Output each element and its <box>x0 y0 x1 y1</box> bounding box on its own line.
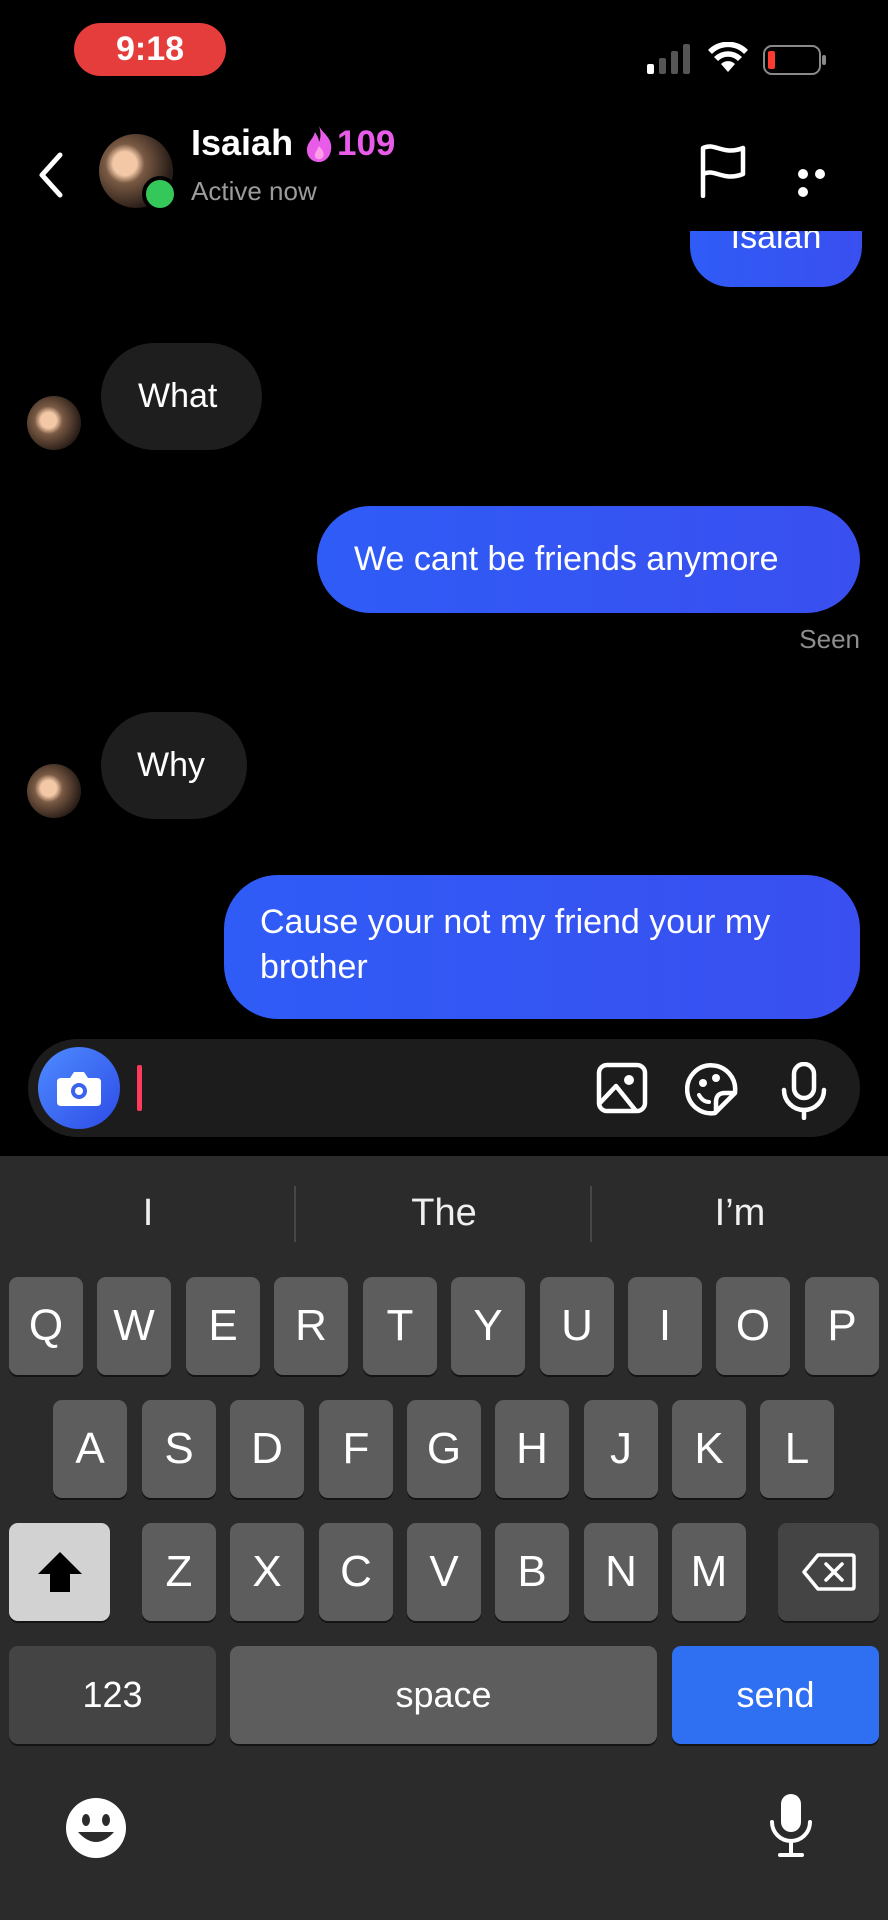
key-p[interactable]: P <box>805 1277 879 1375</box>
contact-name[interactable]: Isaiah <box>191 122 293 164</box>
key-i[interactable]: I <box>628 1277 702 1375</box>
key-d[interactable]: D <box>230 1400 304 1498</box>
key-z[interactable]: Z <box>142 1523 216 1621</box>
numbers-key[interactable]: 123 <box>9 1646 216 1744</box>
key-h[interactable]: H <box>495 1400 569 1498</box>
battery-icon <box>763 45 826 75</box>
sender-avatar[interactable] <box>27 764 81 818</box>
contact-status: Active now <box>191 176 317 206</box>
message-composer[interactable] <box>28 1039 860 1137</box>
key-y[interactable]: Y <box>451 1277 525 1375</box>
backspace-icon <box>801 1553 856 1591</box>
message-text: Why <box>137 746 205 784</box>
sender-avatar[interactable] <box>27 396 81 450</box>
key-l[interactable]: L <box>760 1400 834 1498</box>
shift-key[interactable] <box>9 1523 110 1621</box>
message-text: We cant be friends anymore <box>354 540 779 578</box>
more-icon[interactable] <box>798 166 846 197</box>
message-incoming[interactable]: What <box>101 343 262 450</box>
key-t[interactable]: T <box>363 1277 437 1375</box>
camera-button[interactable] <box>38 1047 120 1129</box>
key-x[interactable]: X <box>230 1523 304 1621</box>
key-v[interactable]: V <box>407 1523 481 1621</box>
seen-receipt: Seen <box>799 624 860 654</box>
chat-header: Isaiah 109 Active now <box>0 120 888 230</box>
key-n[interactable]: N <box>584 1523 658 1621</box>
microphone-icon[interactable] <box>780 1062 828 1120</box>
message-outgoing[interactable]: Cause your not my friend your my brother <box>224 875 860 1019</box>
emoji-icon[interactable] <box>64 1796 128 1860</box>
signal-icon <box>647 44 690 74</box>
message-incoming[interactable]: Why <box>101 712 247 819</box>
key-w[interactable]: W <box>97 1277 171 1375</box>
key-o[interactable]: O <box>716 1277 790 1375</box>
message-text: What <box>138 377 218 415</box>
suggestion-bar: I The I’m <box>0 1156 888 1271</box>
key-u[interactable]: U <box>540 1277 614 1375</box>
shift-icon <box>37 1552 82 1592</box>
status-time: 9:18 <box>74 23 226 76</box>
key-e[interactable]: E <box>186 1277 260 1375</box>
key-a[interactable]: A <box>53 1400 127 1498</box>
flag-icon[interactable] <box>697 142 749 198</box>
key-c[interactable]: C <box>319 1523 393 1621</box>
key-r[interactable]: R <box>274 1277 348 1375</box>
suggestion-item[interactable]: The <box>296 1192 592 1235</box>
key-j[interactable]: J <box>584 1400 658 1498</box>
camera-icon <box>57 1072 101 1106</box>
text-cursor[interactable] <box>137 1065 142 1111</box>
suggestion-item[interactable]: I’m <box>592 1192 888 1235</box>
key-g[interactable]: G <box>407 1400 481 1498</box>
flame-icon <box>307 126 332 162</box>
message-outgoing-clipped[interactable]: Isaiah <box>690 231 862 287</box>
message-outgoing[interactable]: We cant be friends anymore <box>317 506 860 613</box>
wifi-icon <box>708 42 748 72</box>
online-status-dot <box>142 176 178 212</box>
key-s[interactable]: S <box>142 1400 216 1498</box>
message-text: Isaiah <box>690 231 862 287</box>
key-f[interactable]: F <box>319 1400 393 1498</box>
backspace-key[interactable] <box>778 1523 879 1621</box>
send-key[interactable]: send <box>672 1646 879 1744</box>
gallery-icon[interactable] <box>596 1062 648 1114</box>
message-text: Cause your not my friend your my brother <box>260 903 771 986</box>
back-icon[interactable] <box>32 147 72 203</box>
suggestion-item[interactable]: I <box>0 1192 296 1235</box>
sticker-icon[interactable] <box>685 1062 741 1116</box>
key-k[interactable]: K <box>672 1400 746 1498</box>
keyboard: I The I’m Q W E R T Y U I O P A S D F G … <box>0 1156 888 1920</box>
key-q[interactable]: Q <box>9 1277 83 1375</box>
space-key[interactable]: space <box>230 1646 657 1744</box>
key-b[interactable]: B <box>495 1523 569 1621</box>
streak-count: 109 <box>337 124 396 163</box>
key-m[interactable]: M <box>672 1523 746 1621</box>
dictation-microphone-icon[interactable] <box>768 1792 814 1858</box>
chat-screen: 9:18 Isaiah 109 Active now Isaiah What W… <box>0 0 888 1920</box>
